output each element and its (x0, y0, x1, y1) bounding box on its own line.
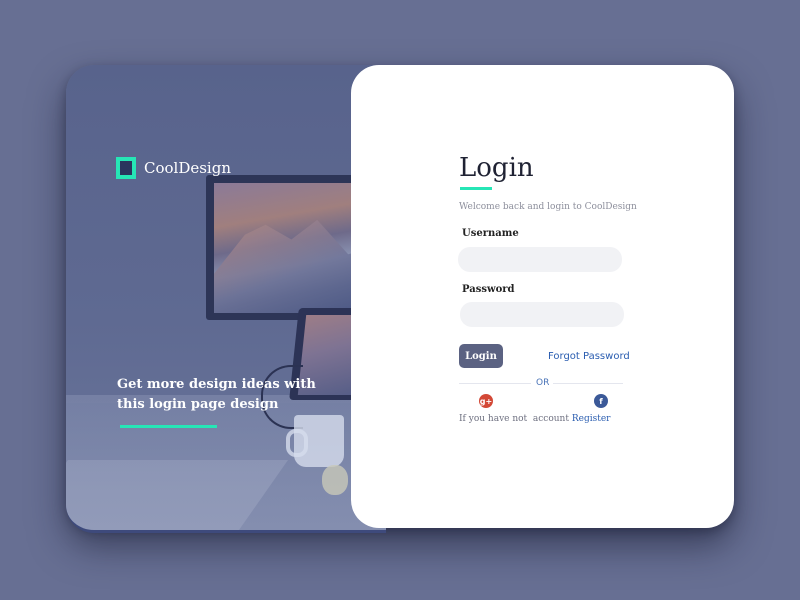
brand: CoolDesign (116, 157, 231, 179)
or-divider-text: OR (536, 378, 550, 388)
divider-right (553, 383, 623, 384)
mug-illustration (294, 415, 344, 467)
username-label: Username (462, 228, 519, 239)
hero-tagline: Get more design ideas with this login pa… (117, 377, 316, 412)
divider-left (459, 383, 531, 384)
username-input[interactable] (458, 247, 622, 272)
welcome-text: Welcome back and login to CoolDesign (459, 202, 637, 212)
title-underline (460, 187, 492, 190)
login-button[interactable]: Login (459, 344, 503, 368)
facebook-icon[interactable]: f (594, 394, 608, 408)
forgot-password-link[interactable]: Forgot Password (548, 351, 630, 362)
register-prompt: If you have not account Register (459, 414, 610, 424)
brand-name: CoolDesign (144, 159, 231, 177)
password-input[interactable] (460, 302, 624, 327)
register-prompt-text: If you have not account (459, 414, 572, 424)
page-title: Login (459, 153, 534, 183)
square-outline-icon (116, 157, 136, 179)
login-panel: Login Welcome back and login to CoolDesi… (351, 65, 734, 528)
register-link[interactable]: Register (572, 414, 611, 424)
password-label: Password (462, 284, 515, 295)
google-plus-icon[interactable]: g+ (479, 394, 493, 408)
hero-panel: CoolDesign Get more design ideas with th… (66, 65, 386, 533)
apple-illustration (322, 465, 348, 495)
tagline-underline (120, 425, 217, 428)
